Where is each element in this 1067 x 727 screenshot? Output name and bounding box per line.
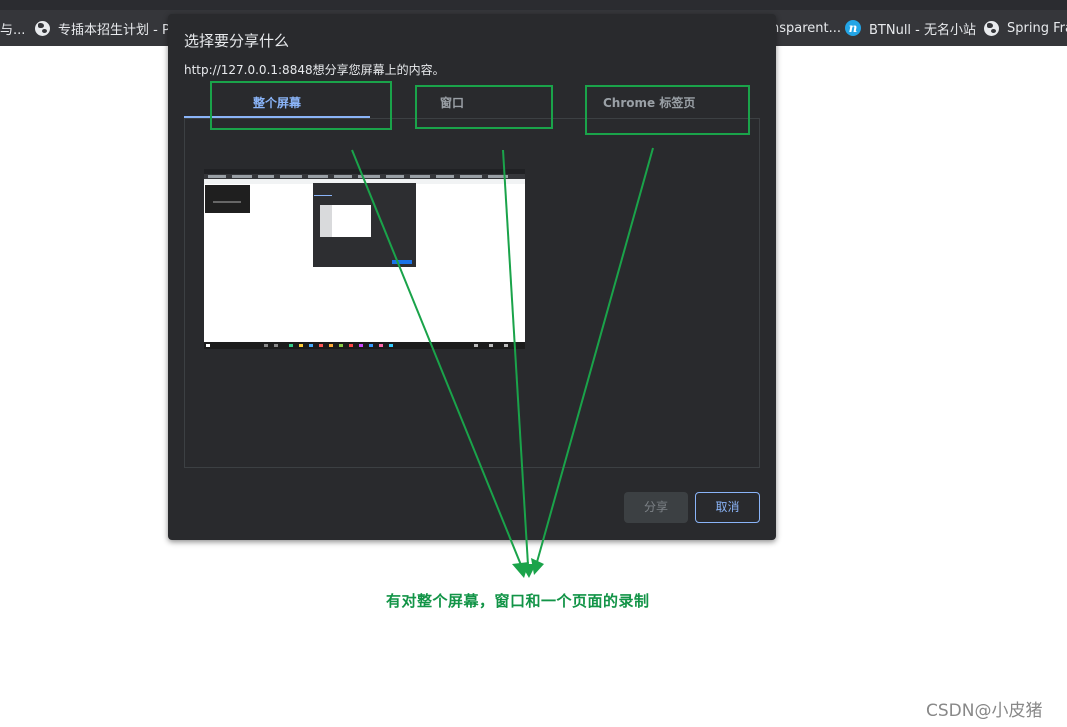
watermark: CSDN@小皮猪 <box>926 701 1043 721</box>
annotation-caption: 有对整个屏幕，窗口和一个页面的录制 <box>386 592 650 610</box>
annotation-arrows <box>351 147 654 578</box>
